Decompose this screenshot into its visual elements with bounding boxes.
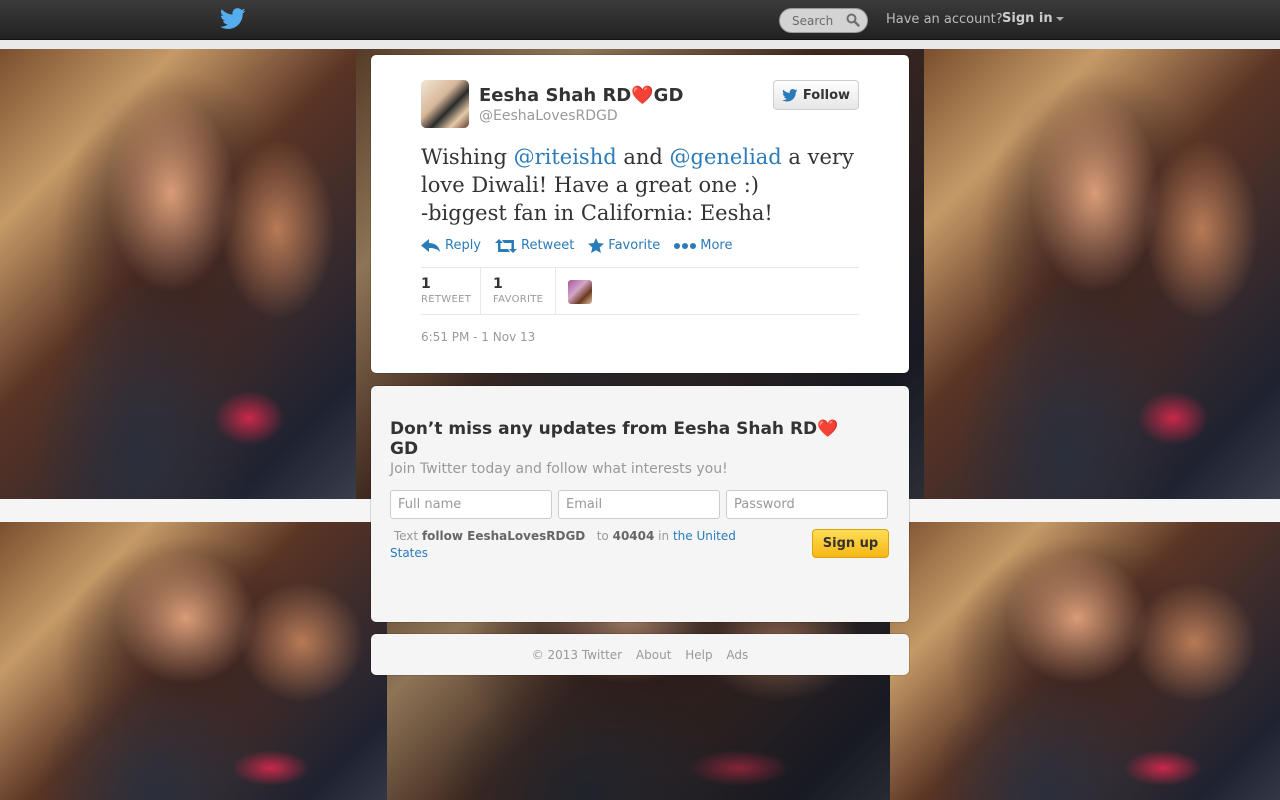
sign-in-dropdown[interactable]: Sign in bbox=[1002, 11, 1064, 26]
favorite-stat-label: FAVORITE bbox=[493, 294, 544, 305]
more-label: More bbox=[700, 238, 733, 253]
star-icon bbox=[588, 238, 605, 253]
sms-follow-instructions: Text follow EeshaLovesRDGD to 40404 in t… bbox=[390, 528, 770, 562]
background-photo-tile bbox=[0, 49, 356, 499]
reply-label: Reply bbox=[445, 238, 482, 253]
sms-in-label: in bbox=[658, 529, 670, 543]
top-navigation-bar: Have an account? Sign in bbox=[0, 0, 1280, 40]
sign-up-button[interactable]: Sign up bbox=[812, 529, 889, 558]
twitter-bird-icon bbox=[782, 88, 798, 101]
sign-in-label: Sign in bbox=[1002, 11, 1053, 26]
retweet-button[interactable]: Retweet bbox=[495, 238, 574, 253]
follow-label: Follow bbox=[802, 87, 851, 103]
password-field[interactable] bbox=[726, 490, 888, 519]
background-photo-tile bbox=[0, 522, 387, 800]
search-icon[interactable] bbox=[846, 13, 860, 27]
retweet-icon bbox=[495, 238, 518, 253]
caret-down-icon bbox=[1055, 16, 1064, 21]
twitter-bird-icon[interactable] bbox=[220, 8, 246, 30]
favoriter-avatar[interactable] bbox=[568, 280, 592, 304]
background-photo-tile bbox=[924, 49, 1280, 499]
email-field[interactable] bbox=[558, 490, 720, 519]
signup-card: Don’t miss any updates from Eesha Shah R… bbox=[371, 386, 909, 622]
retweet-label: Retweet bbox=[521, 238, 575, 253]
have-account-text: Have an account? bbox=[886, 12, 1003, 27]
reply-icon bbox=[421, 238, 440, 252]
tweet-text-part: and bbox=[616, 145, 670, 169]
footer-card: © 2013 Twitter About Help Ads bbox=[371, 634, 909, 675]
retweet-count: 1 bbox=[421, 276, 431, 292]
reply-button[interactable]: Reply bbox=[421, 238, 481, 253]
tweet-text: Wishing @riteishd and @geneliad a very l… bbox=[421, 143, 871, 227]
tweet-timestamp[interactable]: 6:51 PM - 1 Nov 13 bbox=[421, 330, 535, 344]
full-name-field[interactable] bbox=[390, 490, 552, 519]
copyright-text: © 2013 Twitter bbox=[531, 648, 623, 662]
more-button[interactable]: More bbox=[674, 238, 732, 253]
background-photo-tile bbox=[890, 522, 1280, 800]
footer: © 2013 Twitter About Help Ads bbox=[371, 648, 909, 662]
sms-text-label: Text bbox=[393, 529, 419, 543]
signup-subtitle: Join Twitter today and follow what inter… bbox=[390, 461, 728, 477]
retweet-stat[interactable]: 1 RETWEET bbox=[421, 268, 481, 315]
tweet-card: Eesha Shah RD❤️GD @EeshaLovesRDGD Follow… bbox=[371, 55, 909, 373]
retweet-stat-label: RETWEET bbox=[421, 294, 472, 305]
user-screen-name[interactable]: @EeshaLovesRDGD bbox=[479, 108, 618, 124]
favorite-stat[interactable]: 1 FAVORITE bbox=[481, 268, 556, 315]
tweet-stats: 1 RETWEET 1 FAVORITE bbox=[421, 267, 859, 315]
sms-to-label: to bbox=[596, 529, 609, 543]
mention-link[interactable]: @riteishd bbox=[514, 145, 617, 169]
signup-title: Don’t miss any updates from Eesha Shah R… bbox=[390, 419, 839, 459]
favorite-count: 1 bbox=[493, 276, 503, 292]
tweet-text-part: Wishing bbox=[421, 145, 514, 169]
sms-command: follow EeshaLovesRDGD bbox=[421, 529, 586, 543]
tweet-actions: Reply Retweet Favorite More bbox=[421, 238, 732, 253]
mention-link[interactable]: @geneliad bbox=[670, 145, 782, 169]
sms-number: 40404 bbox=[612, 529, 655, 543]
user-fullname[interactable]: Eesha Shah RD❤️GD bbox=[479, 85, 683, 106]
tweet-text-part: -biggest fan in California: Eesha! bbox=[421, 201, 773, 225]
follow-button[interactable]: Follow bbox=[773, 80, 859, 110]
more-dots-icon bbox=[674, 242, 697, 249]
favorite-label: Favorite bbox=[608, 238, 661, 253]
search-box bbox=[779, 8, 868, 33]
search-input[interactable] bbox=[780, 9, 850, 32]
favorite-button[interactable]: Favorite bbox=[588, 238, 660, 253]
ads-link[interactable]: Ads bbox=[726, 648, 748, 662]
avatar[interactable] bbox=[421, 80, 469, 128]
about-link[interactable]: About bbox=[636, 648, 671, 662]
help-link[interactable]: Help bbox=[685, 648, 712, 662]
